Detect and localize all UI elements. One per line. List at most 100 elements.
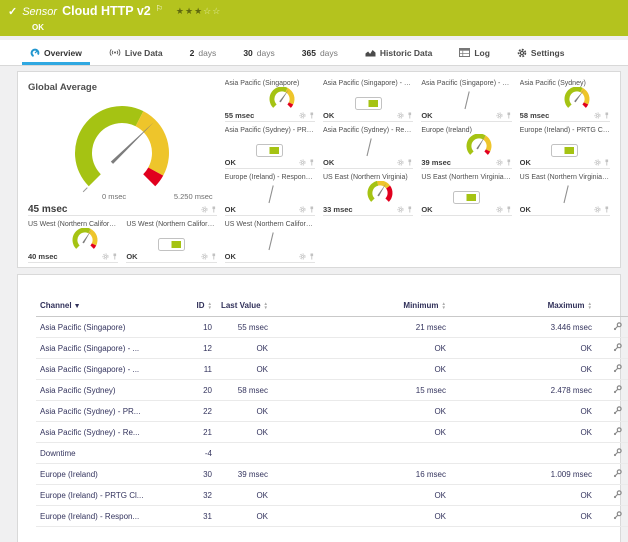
star-filled-icon[interactable]: ★ (185, 6, 194, 16)
gauge-tile[interactable]: US East (Northern Virginia) - ...OK (421, 172, 511, 216)
gear-icon[interactable] (201, 253, 208, 260)
gauge-tile[interactable]: Asia Pacific (Sydney) - PRTG ...OK (225, 125, 315, 169)
switch-indicator (355, 97, 382, 110)
gear-icon[interactable] (496, 112, 503, 119)
gauge-tile[interactable]: Europe (Ireland)39 msec (421, 125, 511, 169)
gauge-tile-title: US West (Northern California)... (225, 219, 315, 228)
gauge-tile[interactable]: US East (Northern Virginia) - ...OK (520, 172, 610, 216)
edit-channel-button[interactable] (613, 385, 622, 394)
tab-30-days[interactable]: 30 days (243, 40, 274, 65)
id-cell: -4 (174, 443, 216, 464)
tab-historic-data[interactable]: Historic Data (365, 40, 432, 65)
gear-icon[interactable] (299, 206, 306, 213)
pin-icon[interactable] (506, 112, 512, 119)
actions-cell (596, 338, 628, 359)
tab-log[interactable]: Log (459, 40, 490, 65)
gear-icon[interactable] (299, 112, 306, 119)
pin-icon[interactable] (407, 112, 413, 119)
col-header-id[interactable]: ID▲▼ (174, 299, 216, 317)
col-header-channel[interactable]: Channel▼ (36, 299, 174, 317)
pin-icon[interactable] (604, 159, 610, 166)
channel-cell: Asia Pacific (Singapore) - ... (36, 359, 174, 380)
sort-icon: ▲▼ (208, 302, 212, 309)
actions-cell (596, 359, 628, 380)
pin-icon[interactable] (309, 112, 315, 119)
gauge-tile[interactable]: US West (Northern California)40 msec (28, 219, 118, 263)
edit-channel-button[interactable] (613, 322, 622, 331)
gauge-tile[interactable]: US West (Northern California)...OK (225, 219, 315, 263)
gauge-tile[interactable]: Europe (Ireland) - Response C...OK (225, 172, 315, 216)
gear-icon[interactable] (397, 159, 404, 166)
pin-icon[interactable] (211, 206, 217, 213)
tab-365-days[interactable]: 365 days (302, 40, 338, 65)
priority-flag-icon[interactable]: ⚐ (156, 2, 163, 15)
star-filled-icon[interactable]: ★ (194, 6, 203, 16)
last-value-cell: OK (216, 506, 272, 527)
gear-icon[interactable] (594, 112, 601, 119)
col-header-maximum[interactable]: Maximum▲▼ (450, 299, 596, 317)
sort-icon: ▲▼ (264, 302, 268, 309)
tab-live-data[interactable]: Live Data (109, 40, 163, 65)
gauge-tile-body (225, 181, 315, 204)
tab-settings[interactable]: Settings (517, 40, 565, 65)
pin-icon[interactable] (604, 206, 610, 213)
edit-channel-button[interactable] (613, 448, 622, 457)
edit-channel-button[interactable] (613, 427, 622, 436)
tab-2-days[interactable]: 2 days (190, 40, 217, 65)
gauge-tile[interactable]: US East (Northern Virginia)33 msec (323, 172, 413, 216)
gauge-dial (64, 228, 106, 251)
edit-channel-button[interactable] (613, 343, 622, 352)
gauge-tile[interactable]: Asia Pacific (Singapore) - Res...OK (421, 78, 511, 122)
pin-icon[interactable] (407, 159, 413, 166)
actions-cell (596, 401, 628, 422)
gear-icon[interactable] (496, 159, 503, 166)
gauge-tile[interactable]: Global Average0 msec5.250 msec45 msec (28, 78, 217, 216)
gear-icon[interactable] (299, 159, 306, 166)
star-empty-icon[interactable]: ☆ (203, 6, 212, 16)
gauge-tile[interactable]: Asia Pacific (Sydney)58 msec (520, 78, 610, 122)
gauge-tile[interactable]: Asia Pacific (Sydney) - Respo...OK (323, 125, 413, 169)
minimum-cell (272, 443, 450, 464)
channel-cell: Europe (Ireland) - PRTG Cl... (36, 485, 174, 506)
channel-cell: Europe (Ireland) (36, 464, 174, 485)
edit-channel-button[interactable] (613, 490, 622, 499)
star-rating[interactable]: ★★★☆☆ (176, 5, 221, 18)
gauge-tile[interactable]: Asia Pacific (Singapore)55 msec (225, 78, 315, 122)
pin-icon[interactable] (506, 206, 512, 213)
gauge-tile-title: Asia Pacific (Singapore) - PR... (323, 78, 413, 87)
gauge-tile-title: Asia Pacific (Sydney) (520, 78, 610, 87)
pin-icon[interactable] (604, 112, 610, 119)
pin-icon[interactable] (309, 253, 315, 260)
gauge-tile[interactable]: Asia Pacific (Singapore) - PR...OK (323, 78, 413, 122)
gear-icon[interactable] (201, 206, 208, 213)
minimum-cell: OK (272, 401, 450, 422)
gear-icon[interactable] (594, 206, 601, 213)
edit-channel-button[interactable] (613, 469, 622, 478)
pin-icon[interactable] (211, 253, 217, 260)
gauge-tile-body (28, 93, 217, 204)
maximum-cell: OK (450, 359, 596, 380)
star-filled-icon[interactable]: ★ (176, 6, 185, 16)
edit-channel-button[interactable] (613, 364, 622, 373)
edit-channel-button[interactable] (613, 406, 622, 415)
col-header-last-value[interactable]: Last Value▲▼ (216, 299, 272, 317)
edit-channel-button[interactable] (613, 511, 622, 520)
pin-icon[interactable] (407, 206, 413, 213)
gear-icon[interactable] (397, 206, 404, 213)
pin-icon[interactable] (506, 159, 512, 166)
gauge-tile-value: OK (225, 205, 236, 214)
gear-icon[interactable] (397, 112, 404, 119)
gear-icon[interactable] (496, 206, 503, 213)
gear-icon[interactable] (102, 253, 109, 260)
gear-icon[interactable] (299, 253, 306, 260)
tab-overview[interactable]: Overview (30, 40, 82, 65)
star-empty-icon[interactable]: ☆ (212, 6, 221, 16)
pin-icon[interactable] (309, 206, 315, 213)
gauge-tile[interactable]: US West (Northern California)...OK (126, 219, 216, 263)
col-header-minimum[interactable]: Minimum▲▼ (272, 299, 450, 317)
gauge-tile[interactable]: Europe (Ireland) - PRTG Cloud...OK (520, 125, 610, 169)
gear-icon[interactable] (594, 159, 601, 166)
switch-indicator (453, 191, 480, 204)
pin-icon[interactable] (309, 159, 315, 166)
pin-icon[interactable] (112, 253, 118, 260)
